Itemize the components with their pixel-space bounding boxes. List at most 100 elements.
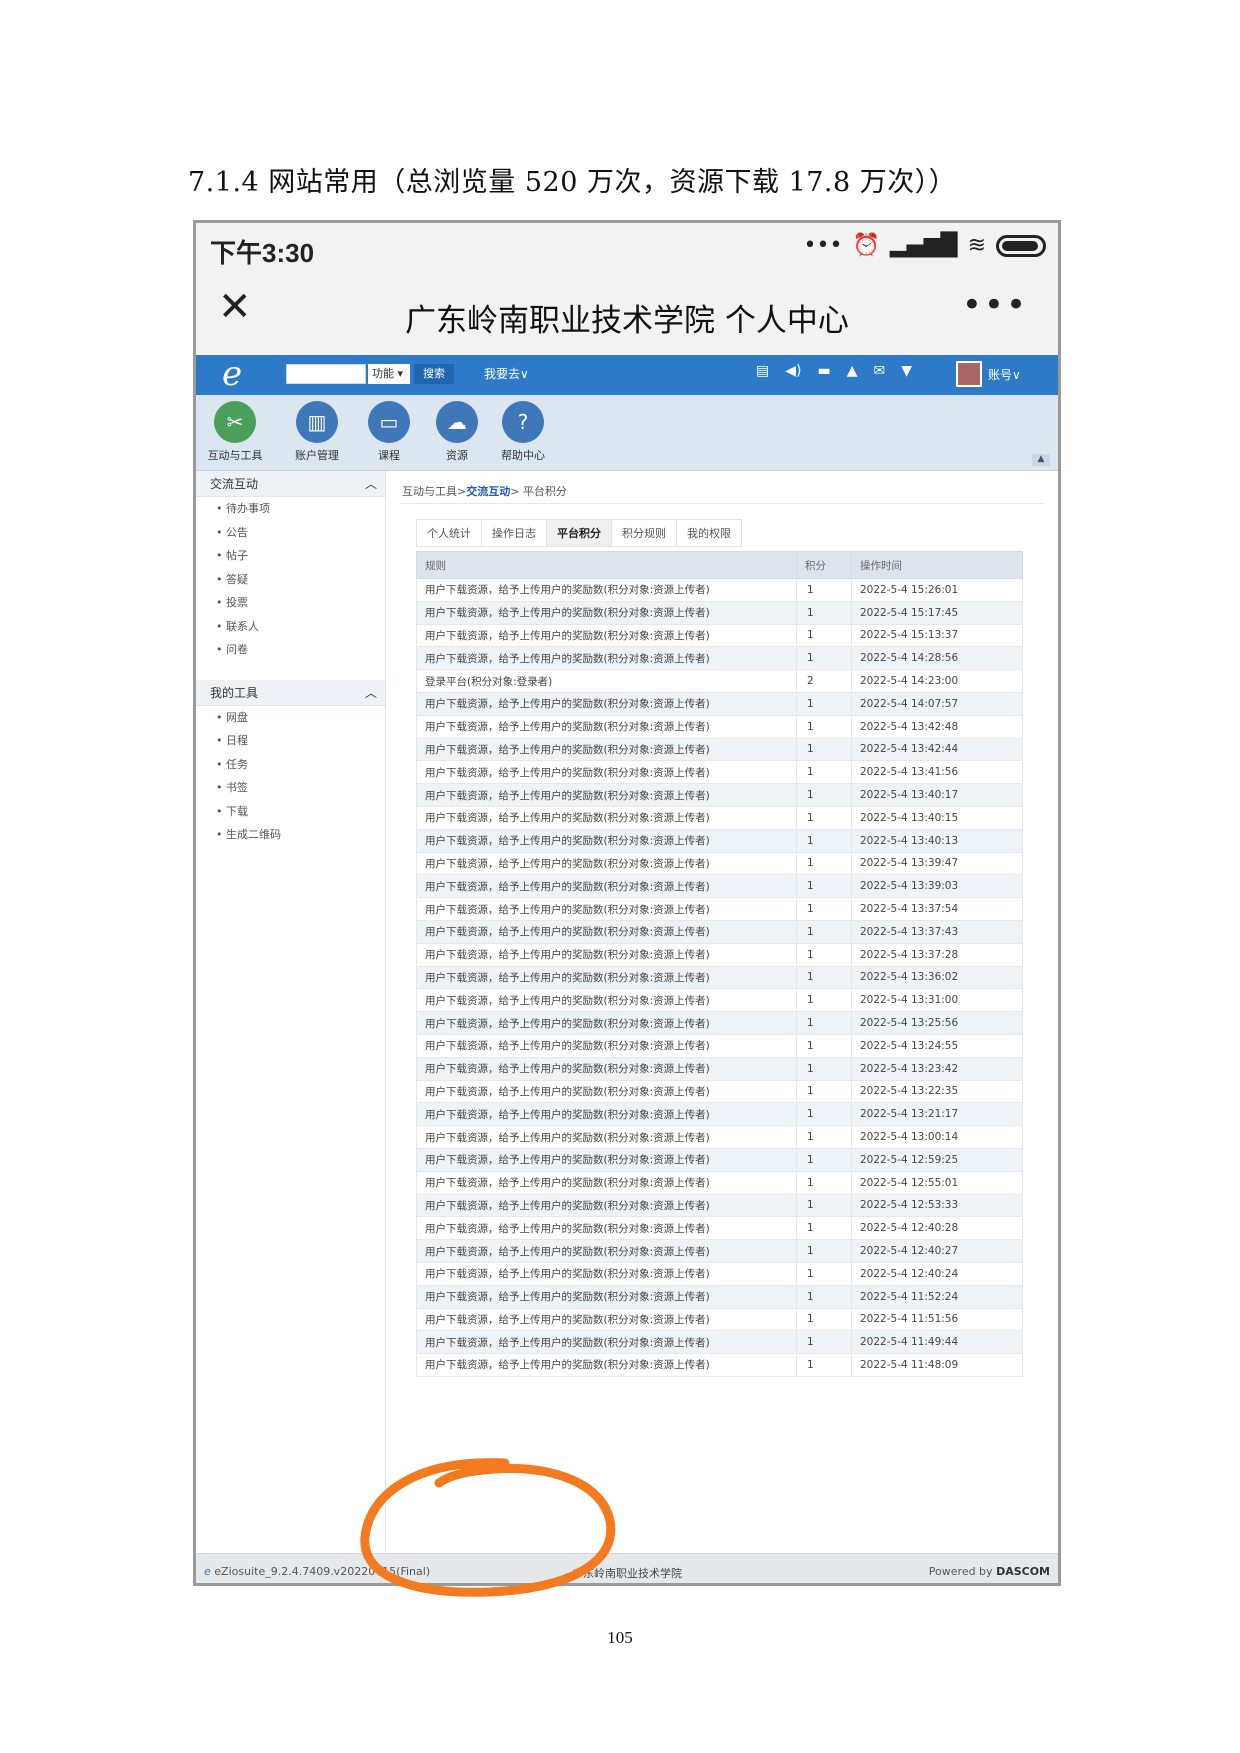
table-row: 用户下载资源，给予上传用户的奖励数(积分对象:资源上传者) 1 2022-5-4 1… xyxy=(416,965,1023,990)
function-select[interactable]: 功能 ▾ xyxy=(368,364,410,384)
shirt-icon[interactable]: ▼ xyxy=(901,363,912,379)
sidebar-item-survey[interactable]: • 问卷 xyxy=(196,638,385,662)
tab-platform-points[interactable]: 平台积分 xyxy=(546,519,611,547)
table-row: 用户下载资源，给予上传用户的奖励数(积分对象:资源上传者) 1 2022-5-4 1… xyxy=(416,897,1023,921)
cell-time: 2022-5-4 13:42:44 xyxy=(851,737,1023,762)
cell-points: 1 xyxy=(796,988,852,1013)
cell-rule: 用户下载资源，给予上传用户的奖励数(积分对象:资源上传者) xyxy=(416,623,797,648)
cell-rule: 用户下载资源，给予上传用户的奖励数(积分对象:资源上传者) xyxy=(416,1284,797,1309)
table-row: 用户下载资源，给予上传用户的奖励数(积分对象:资源上传者) 1 2022-5-4 1… xyxy=(416,1102,1023,1127)
cell-rule: 用户下载资源，给予上传用户的奖励数(积分对象:资源上传者) xyxy=(416,1330,797,1355)
table-row: 用户下载资源，给予上传用户的奖励数(积分对象:资源上传者) 1 2022-5-4 1… xyxy=(416,1353,1023,1377)
account-menu[interactable]: 账号∨ xyxy=(988,366,1021,383)
cell-time: 2022-5-4 13:40:17 xyxy=(851,783,1023,807)
cell-rule: 用户下载资源，给予上传用户的奖励数(积分对象:资源上传者) xyxy=(416,919,797,944)
sidebar-section-tools[interactable]: 我的工具 ︿ xyxy=(196,679,385,706)
cell-time: 2022-5-4 13:25:56 xyxy=(851,1011,1023,1035)
speaker-icon[interactable]: ◀) xyxy=(785,363,801,379)
alarm-icon: ⏰ xyxy=(852,233,880,258)
table-row: 用户下载资源，给予上传用户的奖励数(积分对象:资源上传者) 1 2022-5-4 1… xyxy=(416,1056,1023,1081)
tool-course[interactable]: ▭ 课程 xyxy=(354,401,424,463)
search-input[interactable] xyxy=(286,364,366,384)
sidebar-item-todo[interactable]: • 待办事项 xyxy=(196,497,385,521)
sidebar-item-qrcode[interactable]: • 生成二维码 xyxy=(196,823,385,847)
cell-rule: 用户下载资源，给予上传用户的奖励数(积分对象:资源上传者) xyxy=(416,1125,797,1149)
cell-time: 2022-5-4 14:23:00 xyxy=(851,669,1023,693)
cell-points: 1 xyxy=(796,623,852,648)
cell-time: 2022-5-4 13:24:55 xyxy=(851,1033,1023,1058)
cell-rule: 用户下载资源，给予上传用户的奖励数(积分对象:资源上传者) xyxy=(416,805,797,830)
sidebar-section-interaction[interactable]: 交流互动 ︿ xyxy=(196,471,385,497)
cell-time: 2022-5-4 13:37:28 xyxy=(851,942,1023,967)
cell-rule: 用户下载资源，给予上传用户的奖励数(积分对象:资源上传者) xyxy=(416,988,797,1013)
sidebar-item-notice[interactable]: • 公告 xyxy=(196,521,385,545)
collapse-toolstrip-icon[interactable]: ▲ xyxy=(1032,454,1050,466)
table-row: 用户下载资源，给予上传用户的奖励数(积分对象:资源上传者) 1 2022-5-4 1… xyxy=(416,1307,1023,1332)
more-icon[interactable]: ••• xyxy=(962,285,1028,325)
table-header-row: 规则 积分 操作时间 xyxy=(416,551,1023,579)
chat-icon[interactable]: ▬ xyxy=(817,363,830,379)
cell-time: 2022-5-4 11:51:56 xyxy=(851,1307,1023,1332)
cell-points: 1 xyxy=(796,874,852,899)
cell-rule: 用户下载资源，给予上传用户的奖励数(积分对象:资源上传者) xyxy=(416,1033,797,1058)
cell-time: 2022-5-4 12:55:01 xyxy=(851,1170,1023,1195)
sidebar-item-bookmarks[interactable]: • 书签 xyxy=(196,776,385,800)
column-header-time[interactable]: 操作时间 xyxy=(851,551,1023,579)
tool-help[interactable]: ? 帮助中心 xyxy=(488,401,558,463)
phone-screenshot: 下午3:30 ••• ⏰ ▂▄▆█ ≋ ✕ 广东岭南职业技术学院 个人中心 ••… xyxy=(193,220,1061,1586)
status-bar: 下午3:30 ••• ⏰ ▂▄▆█ ≋ xyxy=(196,223,1058,273)
sidebar-item-posts[interactable]: • 帖子 xyxy=(196,544,385,568)
logo[interactable]: e xyxy=(222,355,242,393)
cell-rule: 用户下载资源，给予上传用户的奖励数(积分对象:资源上传者) xyxy=(416,1056,797,1081)
table-row: 用户下载资源，给予上传用户的奖励数(积分对象:资源上传者) 1 2022-5-4 1… xyxy=(416,1011,1023,1035)
section-heading: 7.1.4 网站常用（总浏览量 520 万次，资源下载 17.8 万次）） xyxy=(188,167,957,198)
cell-points: 1 xyxy=(796,1330,852,1355)
sidebar-item-downloads[interactable]: • 下载 xyxy=(196,800,385,824)
cell-rule: 用户下载资源，给予上传用户的奖励数(积分对象:资源上传者) xyxy=(416,874,797,899)
sidebar-item-contacts[interactable]: • 联系人 xyxy=(196,615,385,639)
mail-icon[interactable]: ✉ xyxy=(873,363,885,379)
goto-menu[interactable]: 我要去∨ xyxy=(484,365,529,382)
column-header-points[interactable]: 积分 xyxy=(796,551,852,579)
cell-rule: 用户下载资源，给予上传用户的奖励数(积分对象:资源上传者) xyxy=(416,1216,797,1241)
tool-interaction[interactable]: ✂ 互动与工具 xyxy=(200,401,270,463)
table-row: 用户下载资源，给予上传用户的奖励数(积分对象:资源上传者) 1 2022-5-4 1… xyxy=(416,1193,1023,1218)
cell-rule: 用户下载资源，给予上传用户的奖励数(积分对象:资源上传者) xyxy=(416,646,797,671)
cell-time: 2022-5-4 13:40:15 xyxy=(851,805,1023,830)
cell-points: 1 xyxy=(796,1102,852,1127)
sidebar-item-qa[interactable]: • 答疑 xyxy=(196,568,385,592)
cell-time: 2022-5-4 13:31:00 xyxy=(851,988,1023,1013)
top-navbar: e 功能 ▾ 搜索 我要去∨ ▤ ◀) ▬ ▲ ✉ ▼ 账号∨ xyxy=(196,355,1058,395)
page-number: 105 xyxy=(607,1628,633,1647)
search-button[interactable]: 搜索 xyxy=(414,364,454,384)
sidebar-item-netdisk[interactable]: • 网盘 xyxy=(196,706,385,730)
sidebar-item-tasks[interactable]: • 任务 xyxy=(196,753,385,777)
cell-time: 2022-5-4 13:36:02 xyxy=(851,965,1023,990)
cell-time: 2022-5-4 13:00:14 xyxy=(851,1125,1023,1149)
column-header-rule[interactable]: 规则 xyxy=(416,551,797,579)
tool-account[interactable]: ▥ 账户管理 xyxy=(282,401,352,463)
avatar[interactable] xyxy=(956,361,982,387)
tool-resource[interactable]: ☁ 资源 xyxy=(422,401,492,463)
tab-bar: 个人统计 操作日志 平台积分 积分规则 我的权限 xyxy=(416,519,742,547)
cell-time: 2022-5-4 11:49:44 xyxy=(851,1330,1023,1355)
table-row: 用户下载资源，给予上传用户的奖励数(积分对象:资源上传者) 1 2022-5-4 1… xyxy=(416,1239,1023,1263)
tab-personal-stats[interactable]: 个人统计 xyxy=(416,519,481,547)
books-icon: ▥ xyxy=(296,401,338,443)
upload-icon[interactable]: ▲ xyxy=(847,363,858,379)
calendar-icon[interactable]: ▤ xyxy=(756,363,769,379)
cell-points: 2 xyxy=(796,669,852,693)
cell-rule: 用户下载资源，给予上传用户的奖励数(积分对象:资源上传者) xyxy=(416,1353,797,1377)
tab-operation-log[interactable]: 操作日志 xyxy=(481,519,546,547)
monitor-icon: ▭ xyxy=(368,401,410,443)
cell-rule: 用户下载资源，给予上传用户的奖励数(积分对象:资源上传者) xyxy=(416,578,797,602)
tab-my-permissions[interactable]: 我的权限 xyxy=(676,519,742,547)
table-row: 用户下载资源，给予上传用户的奖励数(积分对象:资源上传者) 1 2022-5-4 1… xyxy=(416,623,1023,648)
tab-points-rules[interactable]: 积分规则 xyxy=(611,519,676,547)
cell-time: 2022-5-4 13:41:56 xyxy=(851,760,1023,785)
cell-time: 2022-5-4 13:40:13 xyxy=(851,828,1023,853)
cell-time: 2022-5-4 15:26:01 xyxy=(851,578,1023,602)
battery-icon xyxy=(996,234,1046,257)
sidebar-item-schedule[interactable]: • 日程 xyxy=(196,729,385,753)
sidebar-item-vote[interactable]: • 投票 xyxy=(196,591,385,615)
